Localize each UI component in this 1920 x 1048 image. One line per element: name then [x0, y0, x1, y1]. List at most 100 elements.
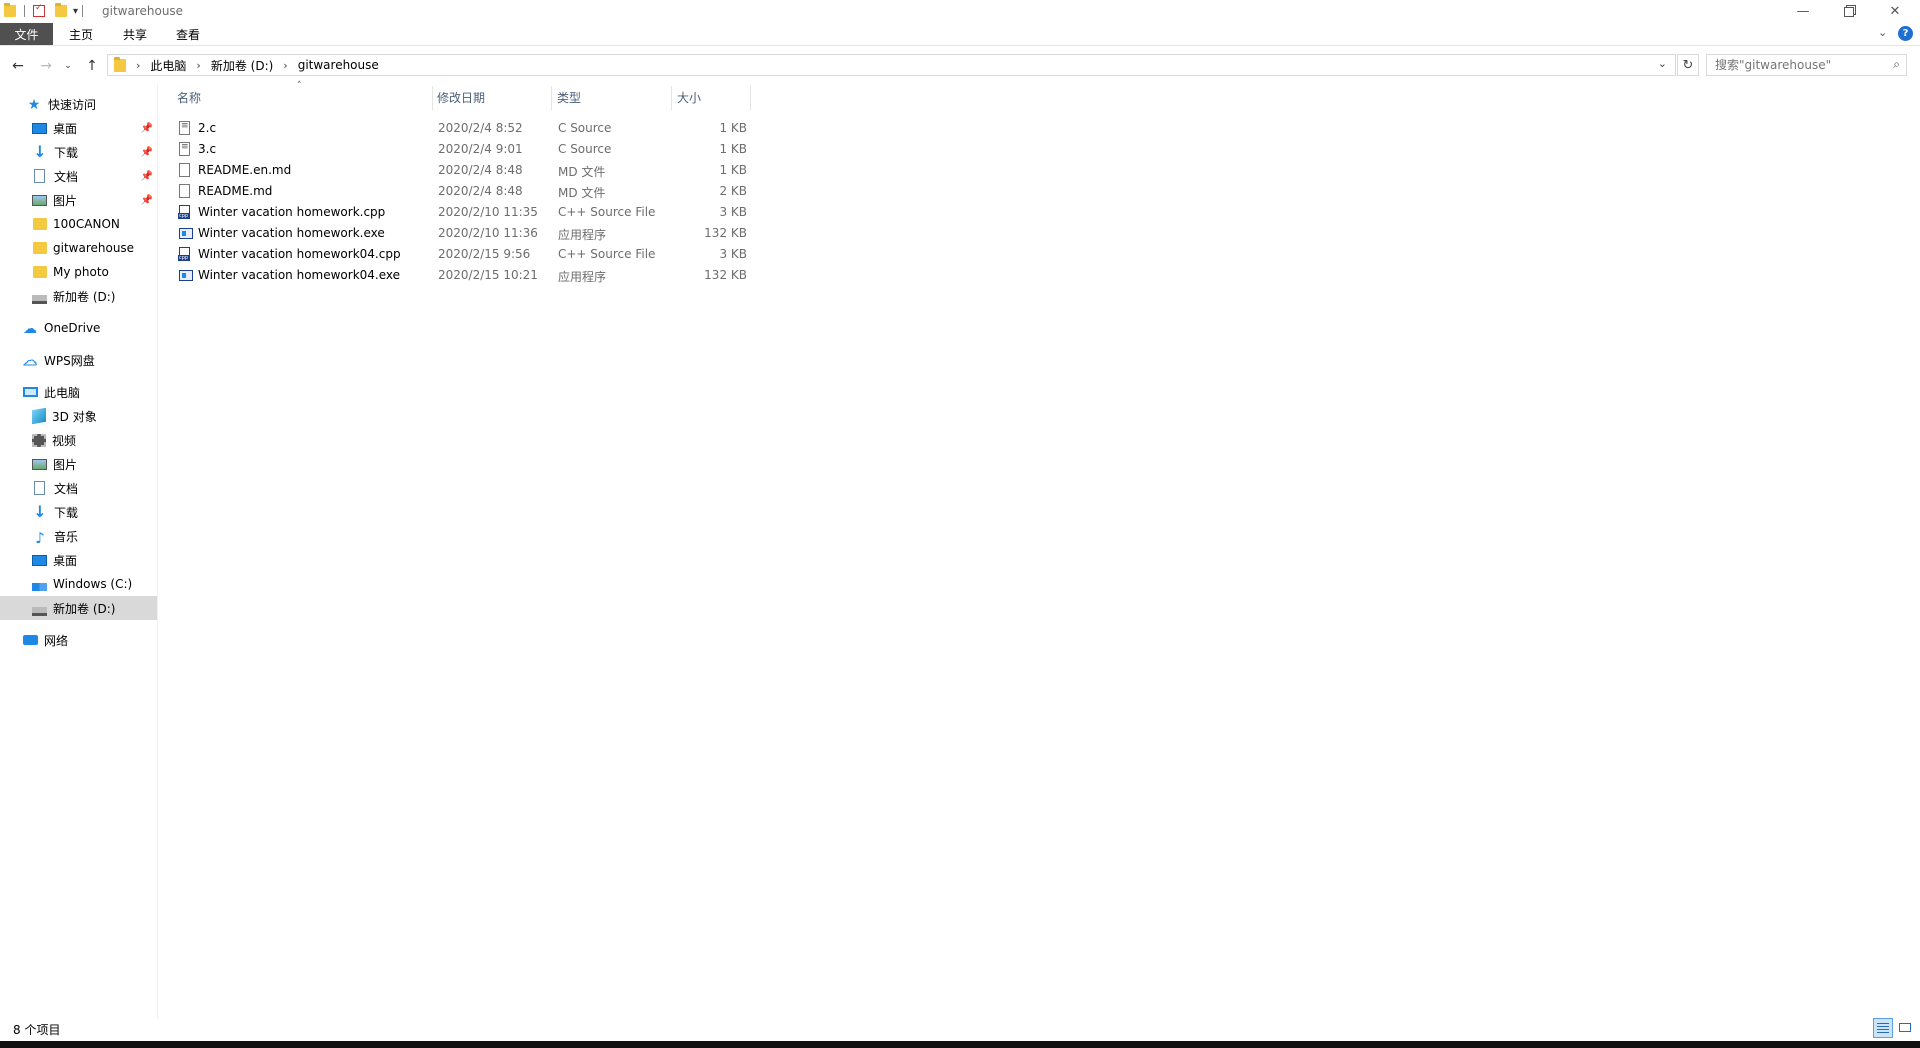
file-date: 2020/2/10 11:36 [438, 226, 538, 240]
sidebar-item-documents-pc[interactable]: 文档 [0, 476, 157, 500]
file-type: C Source [558, 121, 612, 135]
file-size: 3 KB [719, 247, 747, 261]
exe-file-icon [179, 270, 193, 281]
address-bar[interactable]: › 此电脑 › 新加卷 (D:) › gitwarehouse ⌄ [107, 54, 1676, 76]
file-row[interactable]: README.md 2020/2/4 8:48 MD 文件 2 KB [176, 181, 751, 202]
file-name: Winter vacation homework04.cpp [198, 247, 401, 261]
search-icon[interactable]: ⌕ [1893, 57, 1900, 72]
sidebar-item-quick-access[interactable]: ★ 快速访问 [0, 92, 157, 116]
video-icon [32, 433, 46, 447]
sidebar-item-label: 新加卷 (D:) [53, 289, 116, 304]
tab-share[interactable]: 共享 [114, 23, 156, 45]
sidebar-item-3d-objects[interactable]: 3D 对象 [0, 404, 157, 428]
details-view-button[interactable] [1873, 1018, 1893, 1038]
folder-icon [33, 218, 47, 230]
sidebar-item-pictures[interactable]: 图片 📌 [0, 188, 157, 212]
minimize-button[interactable]: — [1780, 0, 1826, 23]
sidebar-item-videos[interactable]: 视频 [0, 428, 157, 452]
address-history-button[interactable]: ⌄ [1658, 57, 1667, 70]
sidebar-item-drive-d[interactable]: 新加卷 (D:) [0, 596, 157, 620]
file-name: Winter vacation homework04.exe [198, 268, 401, 282]
drive-icon [32, 294, 47, 304]
sidebar-item-pictures-pc[interactable]: 图片 [0, 452, 157, 476]
breadcrumb-drive-d[interactable]: 新加卷 (D:) [211, 57, 273, 74]
close-button[interactable]: ✕ [1872, 0, 1918, 23]
column-divider[interactable] [671, 86, 672, 110]
c-file-icon [179, 121, 190, 135]
restore-button[interactable] [1826, 0, 1872, 23]
folder-icon [33, 242, 47, 254]
sidebar-item-label: 桌面 [53, 121, 78, 136]
column-divider[interactable] [432, 86, 433, 110]
refresh-button[interactable]: ↻ [1677, 54, 1699, 76]
sidebar-item-gitwarehouse[interactable]: gitwarehouse [0, 236, 157, 260]
file-date: 2020/2/4 8:48 [438, 184, 523, 198]
network-icon [23, 635, 38, 645]
tab-home[interactable]: 主页 [60, 23, 102, 45]
sidebar-item-downloads-pc[interactable]: ↓ 下载 [0, 500, 157, 524]
pin-icon: 📌 [140, 146, 153, 158]
windows-drive-icon [32, 582, 47, 591]
sidebar-item-wps-drive[interactable]: ☁ WPS网盘 [0, 348, 157, 372]
column-divider[interactable] [551, 86, 552, 110]
expand-ribbon-button[interactable]: ⌄ [1878, 26, 1887, 39]
column-divider[interactable] [750, 86, 751, 110]
chevron-down-icon: ⌄ [1878, 26, 1888, 39]
details-view-icon [1877, 1023, 1889, 1033]
large-icons-view-button[interactable] [1896, 1018, 1916, 1038]
forward-button[interactable]: → [36, 56, 56, 76]
column-header-type[interactable]: 类型 [557, 86, 669, 108]
file-row[interactable]: Winter vacation homework.cpp 2020/2/10 1… [176, 202, 751, 223]
chevron-down-icon[interactable]: ▾ [73, 6, 78, 17]
sidebar-item-drive-c[interactable]: Windows (C:) [0, 572, 157, 596]
file-icon [179, 184, 190, 198]
sidebar-item-onedrive[interactable]: ☁ OneDrive [0, 316, 157, 340]
recent-locations-button[interactable]: ⌄ [62, 56, 74, 76]
minimize-icon: — [1796, 4, 1810, 19]
file-row[interactable]: 2.c 2020/2/4 8:52 C Source 1 KB [176, 118, 751, 139]
file-name: 3.c [198, 142, 217, 156]
file-row[interactable]: Winter vacation homework.exe 2020/2/10 1… [176, 223, 751, 244]
c-file-icon [179, 142, 190, 156]
file-row[interactable]: README.en.md 2020/2/4 8:48 MD 文件 1 KB [176, 160, 751, 181]
new-folder-icon[interactable] [55, 3, 67, 17]
tab-file[interactable]: 文件 [0, 23, 53, 45]
sidebar-item-label: gitwarehouse [53, 241, 135, 255]
up-button[interactable]: ↑ [82, 56, 102, 76]
sidebar-item-music[interactable]: ♪ 音乐 [0, 524, 157, 548]
window-title: gitwarehouse [102, 4, 184, 18]
column-header-size[interactable]: 大小 [677, 86, 747, 108]
sidebar-item-drive-d-quick[interactable]: 新加卷 (D:) [0, 284, 157, 308]
column-header-name[interactable]: 名称 [176, 86, 433, 108]
help-icon: ? [1902, 28, 1909, 39]
sidebar-item-label: 图片 [53, 193, 78, 208]
refresh-icon: ↻ [1682, 57, 1694, 73]
file-size: 3 KB [719, 205, 747, 219]
exe-file-icon [179, 228, 193, 239]
sidebar-item-downloads[interactable]: ↓ 下载 📌 [0, 140, 157, 164]
column-header-date[interactable]: 修改日期 [437, 86, 550, 108]
sidebar-item-my-photo[interactable]: My photo [0, 260, 157, 284]
back-button[interactable]: ← [8, 56, 28, 76]
computer-icon [23, 387, 38, 397]
file-row[interactable]: Winter vacation homework04.cpp 2020/2/15… [176, 244, 751, 265]
properties-icon[interactable]: ✓ [33, 3, 45, 17]
sidebar-item-network[interactable]: 网络 [0, 628, 157, 652]
file-row[interactable]: 3.c 2020/2/4 9:01 C Source 1 KB [176, 139, 751, 160]
sidebar-item-100canon[interactable]: 100CANON [0, 212, 157, 236]
file-row[interactable]: Winter vacation homework04.exe 2020/2/15… [176, 265, 751, 286]
file-type: MD 文件 [558, 165, 606, 179]
breadcrumb-this-pc[interactable]: 此电脑 [150, 57, 186, 74]
taskbar [0, 1041, 1920, 1048]
sidebar-item-label: 视频 [52, 433, 77, 448]
help-button[interactable]: ? [1898, 26, 1913, 41]
search-box[interactable]: ⌕ [1706, 54, 1907, 76]
sidebar-item-label: Windows (C:) [53, 577, 133, 591]
breadcrumb-gitwarehouse[interactable]: gitwarehouse [298, 58, 379, 72]
search-input[interactable] [1715, 58, 1875, 72]
sidebar-item-desktop[interactable]: 桌面 📌 [0, 116, 157, 140]
sidebar-item-this-pc[interactable]: 此电脑 [0, 380, 157, 404]
sidebar-item-documents[interactable]: 文档 📌 [0, 164, 157, 188]
sidebar-item-desktop-pc[interactable]: 桌面 [0, 548, 157, 572]
tab-view[interactable]: 查看 [167, 23, 209, 45]
